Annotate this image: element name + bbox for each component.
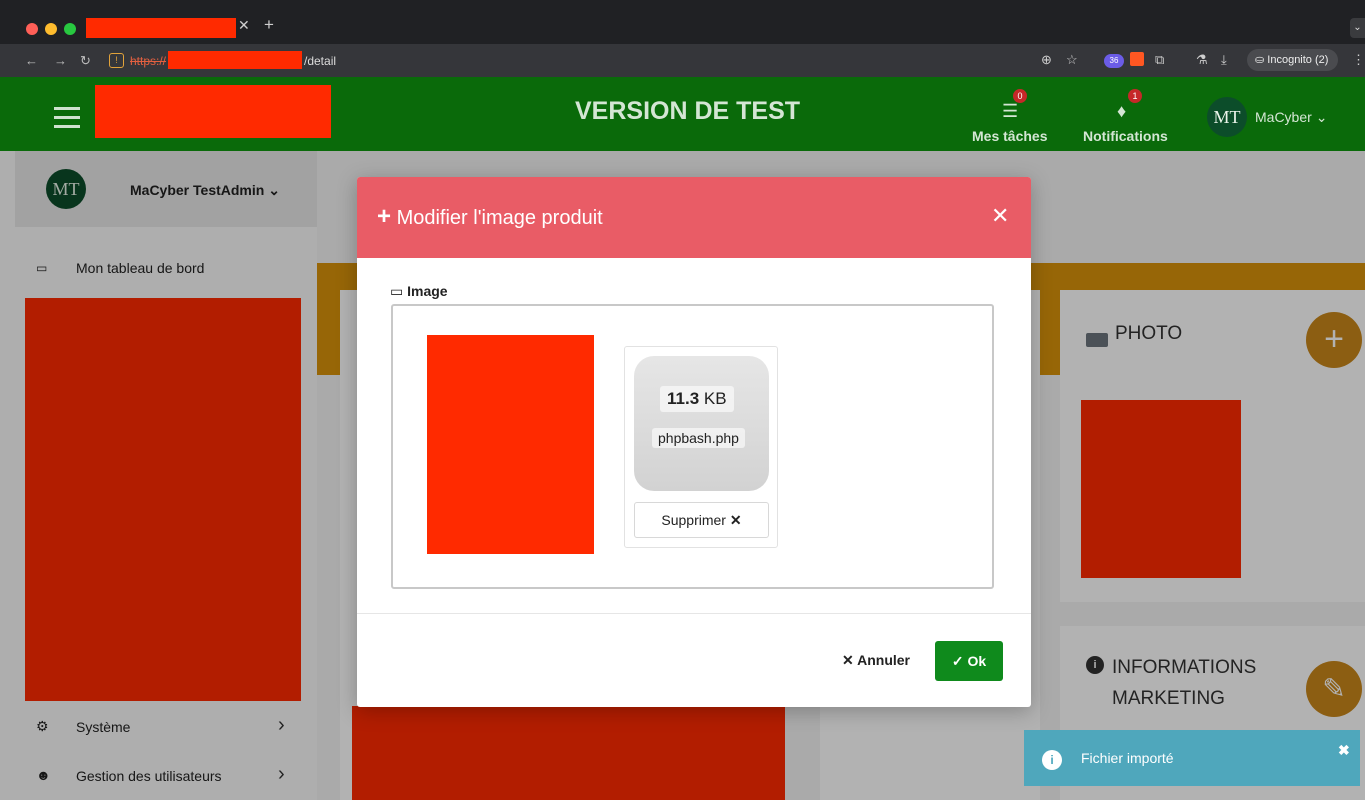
toast-message: Fichier importé [1081,750,1174,766]
tasks-badge: 0 [1013,89,1027,103]
toast-close-icon[interactable]: ✖ [1338,742,1350,759]
incognito-icon: ⛀ [1255,54,1268,66]
url-scheme[interactable]: https:// [130,54,166,68]
chevron-down-icon: ⌄ [1315,109,1328,125]
forward-icon[interactable]: → [54,53,67,68]
back-icon[interactable]: ← [25,53,38,68]
check-icon: ✓ [951,652,964,669]
ok-button[interactable]: ✓ Ok [935,641,1003,681]
hamburger-menu-icon[interactable] [54,107,80,134]
notifications-link[interactable]: Notifications [1083,128,1168,144]
url-host-redacted[interactable] [168,51,302,69]
site-info-icon[interactable]: ! [109,53,124,68]
app-logo-redacted[interactable] [95,85,331,138]
file-name: phpbash.php [652,428,745,448]
browser-menu-icon[interactable]: ⋮ [1352,52,1365,68]
cancel-button[interactable]: ✕ Annuler [842,652,910,669]
zoom-icon[interactable]: ⊕ [1041,52,1052,68]
header-user-menu[interactable]: MaCyber ⌄ [1255,109,1327,126]
plus-icon: + [377,203,392,230]
reload-icon[interactable]: ↻ [80,53,91,69]
file-thumbnail [634,356,769,491]
window-close-button[interactable] [26,23,38,35]
header-avatar[interactable]: MT [1207,97,1247,137]
window-minimize-button[interactable] [45,23,57,35]
extensions-puzzle-icon[interactable]: ⧉ [1155,52,1164,68]
notifications-badge: 1 [1128,89,1142,103]
extension-badge-icon[interactable]: 36 [1104,54,1124,68]
image-field-label: ▭ Image [390,283,448,299]
app-title: VERSION DE TEST [575,97,801,125]
info-icon: i [1042,750,1062,770]
tasks-link[interactable]: Mes tâches [972,128,1047,144]
modal-footer-divider [357,613,1031,614]
modal-title: + Modifier l'image produit [377,203,603,230]
labs-flask-icon[interactable]: ⚗ [1196,52,1208,68]
remove-file-button[interactable]: Supprimer ✕ [634,502,769,538]
download-icon[interactable]: ⤓ [1221,52,1227,68]
close-icon: ✕ [842,652,854,668]
folder-icon: ▭ [390,283,404,299]
incognito-indicator[interactable]: ⛀ Incognito (2) [1247,49,1339,71]
tasks-list-icon[interactable]: ☰ [1002,101,1018,122]
file-size: 11.3 KB [660,386,734,412]
close-icon: ✕ [729,511,742,528]
bookmark-star-icon[interactable]: ☆ [1066,52,1078,68]
modal-close-icon[interactable]: ✕ [991,203,1009,229]
tab-search-icon[interactable]: ⌄ [1350,18,1365,38]
image-preview-redacted [427,335,594,554]
window-zoom-button[interactable] [64,23,76,35]
extension-icon[interactable] [1130,52,1144,66]
toast-notification [1024,730,1360,786]
browser-tab-redacted[interactable] [86,18,236,38]
new-tab-icon[interactable]: + [264,15,274,35]
notifications-bell-icon[interactable]: ♦ [1117,101,1126,122]
url-path[interactable]: /detail [304,54,336,68]
tab-close-icon[interactable]: ✕ [238,17,250,34]
